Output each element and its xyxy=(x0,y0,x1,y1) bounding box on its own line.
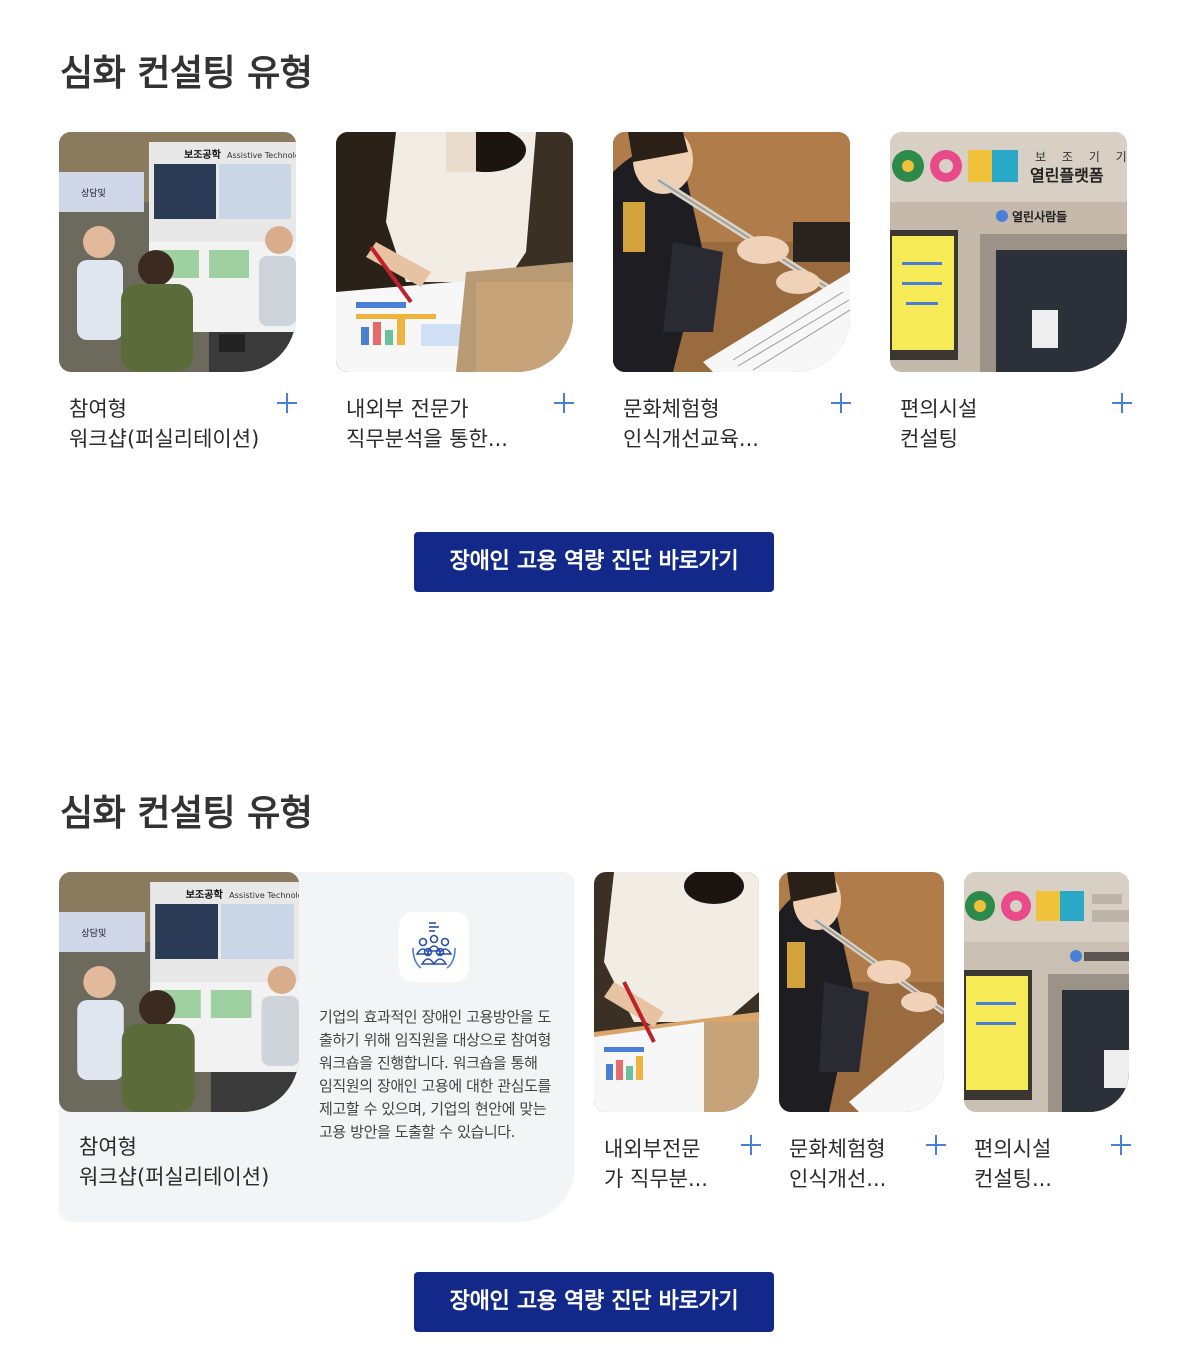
svg-text:열린사람들: 열린사람들 xyxy=(1012,209,1067,224)
plus-icon[interactable] xyxy=(831,392,853,414)
card-label: 문화체험형 인식개선... xyxy=(789,1137,887,1191)
plus-icon[interactable] xyxy=(926,1134,948,1156)
card-label: 문화체험형 인식개선교육... xyxy=(623,397,759,451)
card-description: 기업의 효과적인 장애인 고용방안을 도출하기 위해 임직원을 대상으로 참여형… xyxy=(319,1008,551,1141)
svg-text:상담및: 상담및 xyxy=(81,187,106,199)
section-title: 심화 컨설팅 유형 xyxy=(60,793,313,834)
employment-capability-diagnosis-button[interactable]: 장애인 고용 역량 진단 바로가기 xyxy=(414,532,774,592)
analysis-photo xyxy=(336,132,573,372)
platform-photo xyxy=(964,872,1129,1112)
plus-icon[interactable] xyxy=(1112,392,1134,414)
card-label: 내외부전문 가 직무분... xyxy=(604,1137,708,1191)
plus-icon[interactable] xyxy=(277,392,299,414)
svg-text:열린플랫폼: 열린플랫폼 xyxy=(1030,166,1104,185)
employment-capability-diagnosis-button[interactable]: 장애인 고용 역량 진단 바로가기 xyxy=(414,1272,774,1332)
card-label: 편의시설 컨설팅 xyxy=(900,397,978,451)
card-label: 편의시설 컨설팅... xyxy=(974,1137,1052,1191)
svg-text:Assistive Technolo: Assistive Technolo xyxy=(229,891,299,900)
svg-text:보조공학: 보조공학 xyxy=(184,148,222,161)
platform-photo: 보 조 기 기 열린플랫폼 열린사람들 xyxy=(890,132,1127,372)
consulting-types-section-expanded: 심화 컨설팅 유형 보조공학 Assistive Technolo 상담및 참여… xyxy=(0,740,1202,1372)
consulting-types-section-collapsed: 심화 컨설팅 유형 보조공학 Assistive Technolo 상담및 참여… xyxy=(0,0,1202,740)
card-label: 참여형 워크샵(퍼실리테이션) xyxy=(69,397,260,451)
flute-photo xyxy=(779,872,944,1112)
group-people-icon xyxy=(399,912,469,982)
plus-icon[interactable] xyxy=(1111,1134,1133,1156)
plus-icon[interactable] xyxy=(741,1134,763,1156)
plus-icon[interactable] xyxy=(554,392,576,414)
svg-text:보조공학: 보조공학 xyxy=(186,888,224,901)
booth-photo: 보조공학 Assistive Technolo 상담및 xyxy=(59,132,296,372)
svg-text:보 조 기 기: 보 조 기 기 xyxy=(1035,150,1127,164)
card-label: 내외부 전문가 직무분석을 통한... xyxy=(346,397,508,451)
card-label: 참여형 워크샵(퍼실리테이션) xyxy=(79,1135,270,1189)
svg-text:Assistive Technolo: Assistive Technolo xyxy=(227,151,296,160)
booth-photo: 보조공학 Assistive Technolo 상담및 xyxy=(59,872,299,1112)
expanded-card-participatory-workshop[interactable]: 보조공학 Assistive Technolo 상담및 참여형 워크샵(퍼실리테… xyxy=(59,872,575,1222)
analysis-photo xyxy=(594,872,759,1112)
flute-photo xyxy=(613,132,850,372)
svg-text:상담및: 상담및 xyxy=(81,927,106,939)
section-title: 심화 컨설팅 유형 xyxy=(60,53,313,94)
